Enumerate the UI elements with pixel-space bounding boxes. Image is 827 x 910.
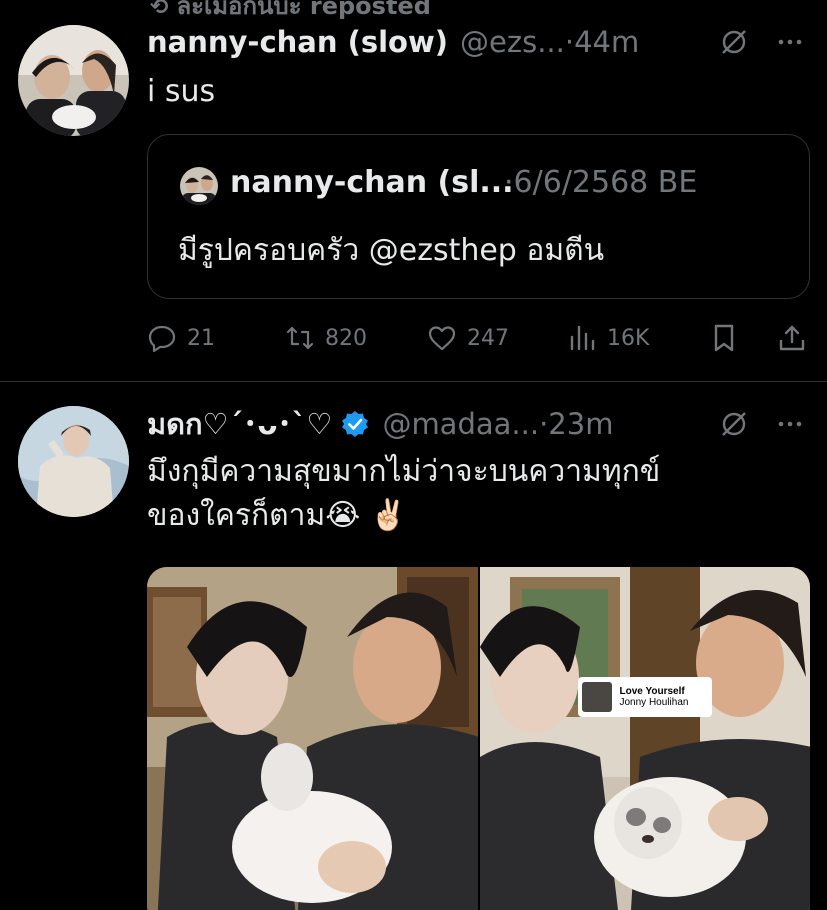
tweet-time[interactable]: ·23m xyxy=(539,407,613,441)
share-button[interactable] xyxy=(777,318,817,358)
tweet-actions: 21 820 247 16K xyxy=(147,318,817,358)
tweet-1[interactable]: nanny-chan (slow) @ezs... ·44m i sus nan… xyxy=(0,0,827,380)
grok-icon[interactable] xyxy=(719,27,749,57)
bookmark-icon xyxy=(714,324,734,352)
more-icon[interactable] xyxy=(775,27,805,57)
tweet-text: i sus xyxy=(147,74,216,109)
tweet-text-line-2: ของใครก็ตาม😭 ✌🏻 xyxy=(147,498,408,533)
author-handle[interactable]: @ezs... xyxy=(460,25,565,59)
tweet-media[interactable]: Love Yourself Jonny Houlihan xyxy=(147,567,810,910)
more-icon[interactable] xyxy=(775,409,805,439)
retweet-count: 820 xyxy=(325,325,367,351)
media-photo-2[interactable]: Love Yourself Jonny Houlihan xyxy=(479,567,810,910)
retweet-button[interactable]: 820 xyxy=(285,318,367,358)
author-name[interactable]: nanny-chan (slow) xyxy=(147,25,448,59)
avatar[interactable] xyxy=(18,406,129,517)
tweet-text-line-1: มึงกุมีความสุขมากไม่ว่าจะบนความทุกข์ xyxy=(147,454,661,489)
retweet-icon xyxy=(286,326,314,350)
bookmark-button[interactable] xyxy=(709,318,749,358)
quoted-author-name: nanny-chan (sl... xyxy=(230,165,514,200)
song-artist: Jonny Houlihan xyxy=(619,697,689,708)
author-handle[interactable]: @madaa... xyxy=(382,407,539,441)
share-icon xyxy=(779,325,805,351)
album-art-icon xyxy=(581,682,612,712)
avatar[interactable] xyxy=(18,25,129,136)
verified-badge-icon xyxy=(342,411,369,437)
reply-icon xyxy=(148,325,176,353)
grok-icon[interactable] xyxy=(719,409,749,439)
views-count: 16K xyxy=(607,325,650,351)
reply-count: 21 xyxy=(187,325,215,351)
tweet-time[interactable]: ·44m xyxy=(565,25,639,59)
quoted-avatar xyxy=(180,167,218,205)
music-sticker[interactable]: Love Yourself Jonny Houlihan xyxy=(577,677,712,717)
like-count: 247 xyxy=(467,325,509,351)
reply-button[interactable]: 21 xyxy=(147,318,215,358)
like-icon xyxy=(428,326,456,351)
quoted-text: มีรูปครอบครัว @ezsthep อมตีน xyxy=(178,233,605,268)
views-button[interactable]: 16K xyxy=(567,318,649,358)
views-icon xyxy=(570,325,595,351)
tweet-text: มึงกุมีความสุขมากไม่ว่าจะบนความทุกข์ ของ… xyxy=(147,450,660,538)
quoted-date: ·6/6/2568 BE xyxy=(504,165,698,200)
like-button[interactable]: 247 xyxy=(427,318,509,358)
song-title: Love Yourself xyxy=(619,686,685,697)
author-name[interactable]: มดก♡´･ᴗ･`♡ xyxy=(147,401,332,447)
media-photo-1[interactable] xyxy=(147,567,478,910)
quoted-tweet[interactable]: nanny-chan (sl... ·6/6/2568 BE มีรูปครอบ… xyxy=(147,134,810,299)
